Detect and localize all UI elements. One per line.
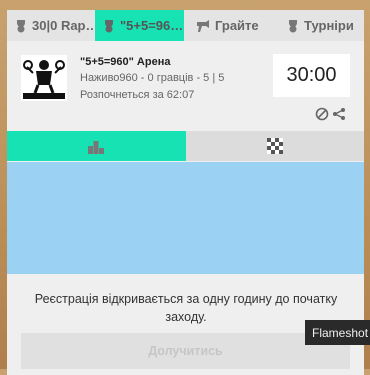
registration-notice: Реєстрація відкривається за одну годину … [34,292,338,324]
tab-play[interactable]: Грайте [184,10,273,41]
join-button[interactable]: Долучитись [21,333,350,369]
horn-icon [197,19,209,32]
tab-label: Грайте [215,18,259,33]
trophy-icon [105,19,113,32]
tab-games[interactable] [185,131,364,161]
tournament-details: Наживо960 - 0 гравців - 5 | 5 [80,72,225,84]
view-switcher [7,131,364,161]
block-icon[interactable] [315,107,329,121]
tab-tournaments[interactable]: Турніри [273,10,364,41]
trophy-icon [289,19,297,32]
tab-960-arena[interactable]: "5+5=96… [95,10,184,41]
tab-label: 30|0 Rap… [32,18,95,33]
tab-rapid-tournament[interactable]: 30|0 Rap… [7,10,95,41]
tab-label: "5+5=96… [120,18,184,33]
trophy-icon [17,19,25,32]
top-tab-bar: 30|0 Rap… "5+5=96… Грайте Турніри [7,10,364,41]
tab-label: Турніри [304,18,354,33]
tournament-start-time: Розпочнеться за 62:07 [80,89,195,101]
tooltip: Flameshot [305,320,370,345]
clock-display: 30:00 [273,54,350,97]
tab-standings[interactable] [7,131,186,161]
standings-panel [7,162,364,274]
chessboard-icon [266,138,283,154]
tournament-logo [21,55,67,101]
podium-icon [88,141,105,154]
tournament-title: "5+5=960" Арена [80,56,171,68]
share-icon[interactable] [332,107,346,121]
